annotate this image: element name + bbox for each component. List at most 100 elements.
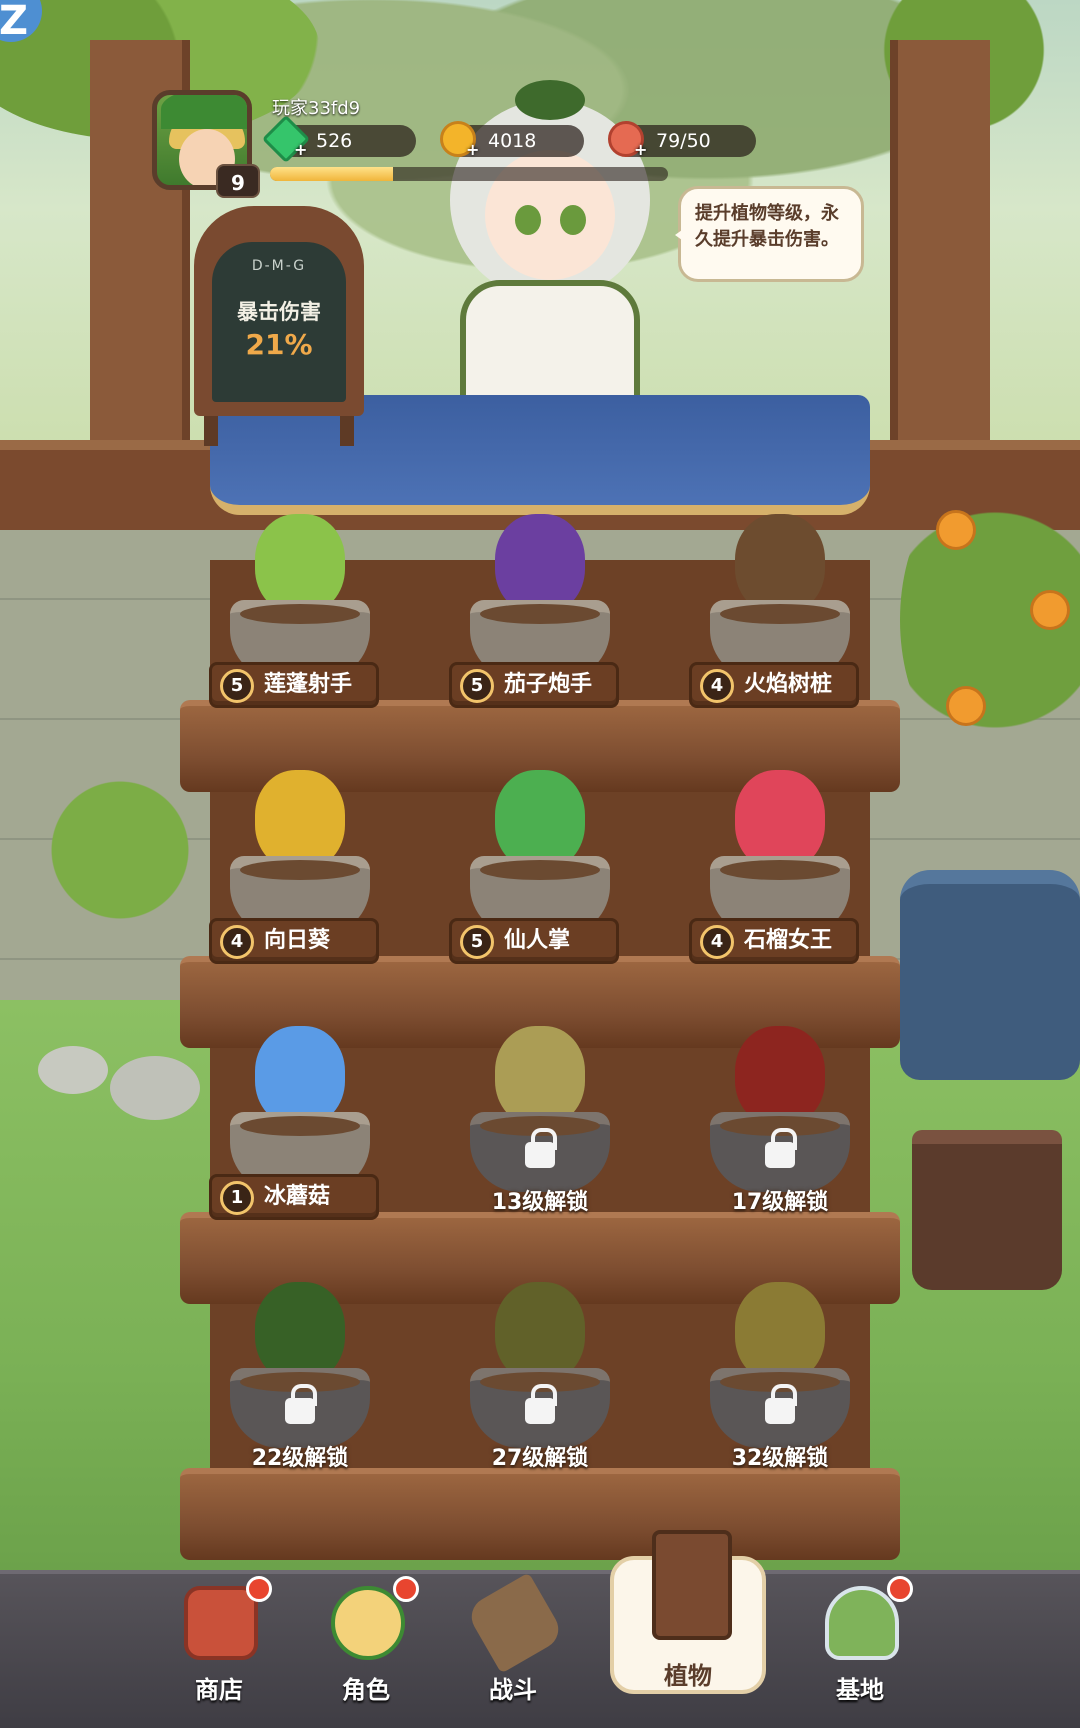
nav-battle[interactable]: 战斗 — [438, 1572, 588, 1728]
lock-icon — [765, 1128, 797, 1168]
bottom-navigation-bar: 商店 角色 战斗 基地 — [0, 1570, 1080, 1728]
booth-post-right — [890, 40, 990, 480]
plant-name-tag: 4 石榴女王 — [689, 918, 859, 964]
plant-name-tag: 5 莲蓬射手 — [209, 662, 379, 708]
plant-figure — [735, 514, 825, 614]
npc-speech-text: 提升植物等级，永久提升暴击伤害。 — [695, 203, 839, 250]
character-icon — [331, 1586, 405, 1660]
pot-soil — [240, 1116, 360, 1136]
plant-name: 向日葵 — [264, 928, 331, 953]
coin-counter[interactable]: + 4018 — [440, 121, 584, 159]
rock — [38, 1046, 108, 1094]
plant-figure — [255, 1282, 345, 1382]
plant-slot[interactable]: 4 向日葵 — [209, 756, 385, 986]
plant-name: 仙人掌 — [504, 928, 571, 953]
xp-progress-bar — [270, 167, 668, 181]
add-coins-icon[interactable]: + — [466, 142, 482, 159]
shop-icon — [184, 1586, 258, 1660]
plant-figure — [495, 1026, 585, 1126]
avatar-hat — [161, 95, 247, 129]
floating-island-icon — [825, 1586, 899, 1660]
locked-plant-slot[interactable]: 27级解锁 — [455, 1268, 625, 1498]
locked-plant-slot[interactable]: 17级解锁 — [695, 1012, 865, 1242]
plant-name-tag: 4 向日葵 — [209, 918, 379, 964]
plant-figure — [255, 770, 345, 870]
unlock-requirement: 22级解锁 — [251, 1446, 349, 1471]
plant-name: 火焰树桩 — [744, 672, 833, 697]
plant-slot[interactable]: 5 仙人掌 — [449, 756, 625, 986]
lock-icon — [765, 1384, 797, 1424]
bush-left — [40, 770, 200, 930]
plant-level: 5 — [460, 925, 494, 959]
mace-icon — [464, 1572, 566, 1674]
nav-plants[interactable]: 植物 — [610, 1530, 766, 1694]
npc-eye-left — [515, 205, 541, 235]
brown-planter — [912, 1130, 1062, 1290]
locked-plant-slot[interactable]: 32级解锁 — [695, 1268, 865, 1498]
nav-character[interactable]: 角色 — [291, 1574, 441, 1728]
orange-fruit — [1030, 590, 1070, 630]
pot-soil — [240, 860, 360, 880]
character-notification-dot — [393, 1576, 419, 1602]
plant-book-icon — [652, 1530, 732, 1640]
plant-slot[interactable]: 5 茄子炮手 — [449, 500, 625, 730]
stamina-counter[interactable]: + 79/50 — [608, 121, 756, 159]
nav-character-label: 角色 — [342, 1676, 390, 1704]
stamina-amount: 79/50 — [656, 130, 711, 152]
blue-planter — [900, 870, 1080, 1080]
npc-bow — [515, 80, 585, 120]
pot-soil — [720, 604, 840, 624]
locked-plant-slot[interactable]: 13级解锁 — [455, 1012, 625, 1242]
nav-shop[interactable]: 商店 — [144, 1574, 294, 1728]
npc-speech-bubble: 提升植物等级，永久提升暴击伤害。 — [675, 186, 864, 282]
lock-icon — [525, 1384, 557, 1424]
plant-name: 莲蓬射手 — [264, 672, 353, 697]
shop-notification-dot — [246, 1576, 272, 1602]
add-gems-icon[interactable]: + — [294, 142, 310, 159]
plant-slot[interactable]: 1 冰蘑菇 — [209, 1012, 385, 1242]
plant-slot[interactable]: 4 火焰树桩 — [689, 500, 865, 730]
plant-figure — [495, 514, 585, 614]
pot-soil — [240, 604, 360, 624]
nav-base[interactable]: 基地 — [785, 1574, 935, 1728]
plant-figure — [735, 770, 825, 870]
add-stamina-icon[interactable]: + — [634, 142, 650, 159]
nav-shop-label: 商店 — [195, 1676, 243, 1704]
unlock-requirement: 32级解锁 — [731, 1446, 829, 1471]
plant-slot[interactable]: 5 莲蓬射手 — [209, 500, 385, 730]
plant-figure — [255, 1026, 345, 1126]
chalkboard-scribble: D-M-G — [251, 258, 307, 274]
nav-base-label: 基地 — [836, 1676, 884, 1704]
gem-counter[interactable]: + 526 — [261, 114, 416, 164]
unlock-requirement: 27级解锁 — [491, 1446, 589, 1471]
plant-figure — [735, 1282, 825, 1382]
crit-damage-value: 21% — [245, 328, 313, 361]
orange-fruit — [946, 686, 986, 726]
game-scene: 提升植物等级，永久提升暴击伤害。 D-M-G 暴击伤害 21% Z 9 玩家33… — [0, 0, 1080, 1728]
plant-name: 石榴女王 — [744, 928, 833, 953]
xp-progress-fill — [270, 167, 394, 181]
pot-soil — [720, 860, 840, 880]
plant-level: 5 — [460, 669, 494, 703]
plant-figure — [735, 1026, 825, 1126]
plant-level: 4 — [700, 925, 734, 959]
coin-amount: 4018 — [488, 130, 537, 152]
plant-slot[interactable]: 4 石榴女王 — [689, 756, 865, 986]
plant-name-tag: 1 冰蘑菇 — [209, 1174, 379, 1220]
pot-soil — [480, 604, 600, 624]
plant-name-tag: 5 仙人掌 — [449, 918, 619, 964]
plant-name-tag: 5 茄子炮手 — [449, 662, 619, 708]
plant-level: 4 — [220, 925, 254, 959]
locked-plant-slot[interactable]: 22级解锁 — [215, 1268, 385, 1498]
unlock-requirement: 13级解锁 — [491, 1190, 589, 1215]
nav-plants-label: 植物 — [664, 1662, 712, 1690]
nav-battle-label: 战斗 — [489, 1676, 537, 1704]
lock-icon — [525, 1128, 557, 1168]
unlock-requirement: 17级解锁 — [731, 1190, 829, 1215]
orange-fruit — [936, 510, 976, 550]
crit-damage-chalkboard: D-M-G 暴击伤害 21% — [194, 206, 364, 446]
gem-amount: 526 — [316, 130, 353, 152]
plant-level: 5 — [220, 669, 254, 703]
plant-name: 冰蘑菇 — [264, 1184, 331, 1209]
lock-icon — [285, 1384, 317, 1424]
